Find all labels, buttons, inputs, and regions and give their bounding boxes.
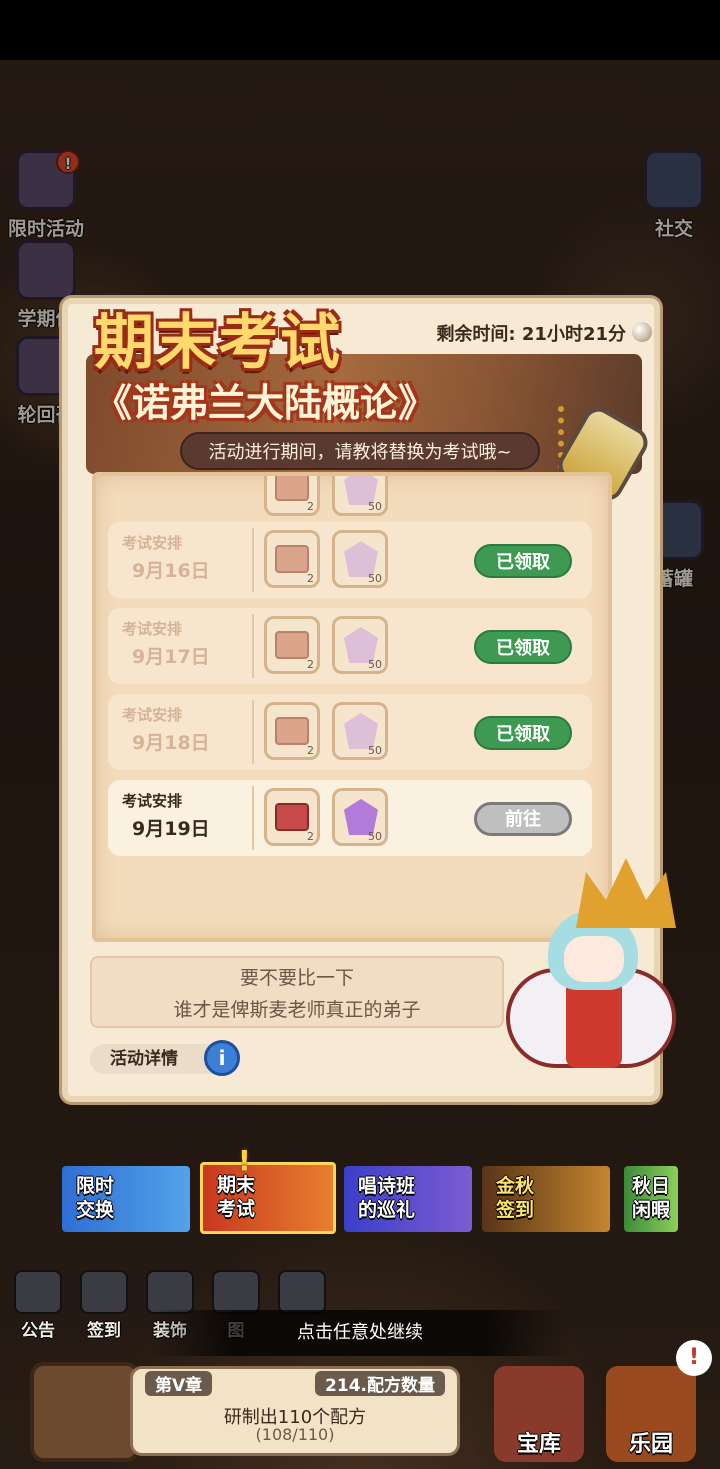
reward-count: 2 <box>307 744 314 757</box>
reward-gem[interactable]: 50 <box>332 616 388 674</box>
crown-icon <box>576 858 676 928</box>
go-button[interactable]: 前往 <box>474 802 572 836</box>
exam-row-9-19: 考试安排 9月19日 2 50 前往 <box>108 780 592 856</box>
tap-to-continue[interactable]: 点击任意处继续 <box>150 1310 570 1356</box>
row-label: 考试安排 <box>122 620 183 638</box>
book-icon <box>212 1270 260 1314</box>
divider <box>252 528 254 592</box>
recipe-count: 214.配方数量 <box>315 1371 445 1396</box>
park-button[interactable]: 乐园 <box>606 1366 696 1462</box>
decoration-icon <box>146 1270 194 1314</box>
reward-chest[interactable]: 2 <box>264 702 320 760</box>
reward-gem[interactable]: 50 <box>332 476 388 516</box>
reward-chest[interactable]: 2 <box>264 788 320 846</box>
recipe-progress-panel[interactable]: 第V章 214.配方数量 研制出110个配方 (108/110) <box>130 1366 460 1456</box>
reward-count: 50 <box>368 830 382 843</box>
reward-gem[interactable]: 50 <box>332 702 388 760</box>
chest-icon <box>275 717 309 745</box>
recipe-book-icon[interactable] <box>30 1362 140 1462</box>
alert-icon: ! <box>676 1340 712 1376</box>
character-face <box>564 936 624 982</box>
quote-line: 谁才是俾斯麦老师真正的弟子 <box>173 999 421 1021</box>
tab-final-exam[interactable]: 期末 考试 <box>200 1162 336 1234</box>
character-portrait <box>506 858 686 1098</box>
row-date: 9月18日 <box>132 732 210 754</box>
alert-icon: ! <box>238 1144 251 1177</box>
exam-row-9-16: 考试安排 9月16日 2 50 已领取 <box>108 522 592 598</box>
orb-icon <box>632 322 652 342</box>
divider <box>252 614 254 678</box>
nav-announcement[interactable]: 公告 <box>8 1270 68 1341</box>
row-date: 9月16日 <box>132 560 210 582</box>
row-date: 9月19日 <box>132 818 210 840</box>
tab-autumn-leisure[interactable]: 秋日 闲暇 <box>624 1166 678 1232</box>
claimed-button[interactable]: 已领取 <box>474 630 572 664</box>
exam-row-9-18: 考试安排 9月18日 2 50 已领取 <box>108 694 592 770</box>
claimed-button[interactable]: 已领取 <box>474 716 572 750</box>
row-label: 考试安排 <box>122 792 183 810</box>
event-title: 期末考试 <box>94 308 342 378</box>
divider <box>252 786 254 850</box>
event-notice: 活动进行期间，请教将替换为考试哦~ <box>180 432 540 470</box>
reward-gem[interactable]: 50 <box>332 530 388 588</box>
reward-count: 50 <box>368 572 382 585</box>
chest-icon <box>275 476 309 501</box>
chapter-label: 第V章 <box>145 1371 213 1396</box>
divider <box>252 700 254 764</box>
exam-row-9-17: 考试安排 9月17日 2 50 已领取 <box>108 608 592 684</box>
reward-chest[interactable]: 2 <box>264 476 320 516</box>
quote-line: 要不要比一下 <box>239 967 354 989</box>
progress-count: (108/110) <box>255 1425 335 1444</box>
chest-icon <box>275 631 309 659</box>
reward-count: 50 <box>368 744 382 757</box>
row-label: 考试安排 <box>122 706 183 724</box>
status-bar <box>0 0 720 60</box>
reward-count: 2 <box>307 830 314 843</box>
row-date: 9月17日 <box>132 646 210 668</box>
gear-icon <box>278 1270 326 1314</box>
nav-checkin[interactable]: 签到 <box>74 1270 134 1341</box>
chest-icon <box>275 803 309 831</box>
chest-icon <box>275 545 309 573</box>
reward-count: 2 <box>307 572 314 585</box>
row-label: 考试安排 <box>122 534 183 552</box>
reward-gem[interactable]: 50 <box>332 788 388 846</box>
calendar-icon <box>80 1270 128 1314</box>
vault-button[interactable]: 宝库 <box>494 1366 584 1462</box>
announcement-icon <box>14 1270 62 1314</box>
tab-autumn-checkin[interactable]: 金秋 签到 <box>482 1166 610 1232</box>
tab-limited-exchange[interactable]: 限时 交换 <box>62 1166 190 1232</box>
event-tabs: 限时 交换 期末 考试 ! 唱诗班 的巡礼 金秋 签到 秋日 闲暇 <box>62 1144 682 1234</box>
reward-count: 50 <box>368 658 382 671</box>
character-quote: 要不要比一下 谁才是俾斯麦老师真正的弟子 <box>90 956 504 1028</box>
tab-choir-tour[interactable]: 唱诗班 的巡礼 <box>344 1166 472 1232</box>
info-icon[interactable]: i <box>204 1040 240 1076</box>
character-body <box>566 978 622 1068</box>
event-subtitle: 《诺弗兰大陆概论》 <box>94 381 437 425</box>
list-item-partial: 2 50 <box>108 476 604 516</box>
reward-chest[interactable]: 2 <box>264 616 320 674</box>
reward-chest[interactable]: 2 <box>264 530 320 588</box>
time-remaining: 剩余时间: 21小时21分 <box>436 324 626 345</box>
bottom-nav: 公告 签到 装饰 图 点击任意处继续 第V章 214.配方数量 研制出110个配… <box>0 1266 720 1466</box>
claimed-button[interactable]: 已领取 <box>474 544 572 578</box>
reward-count: 2 <box>307 658 314 671</box>
